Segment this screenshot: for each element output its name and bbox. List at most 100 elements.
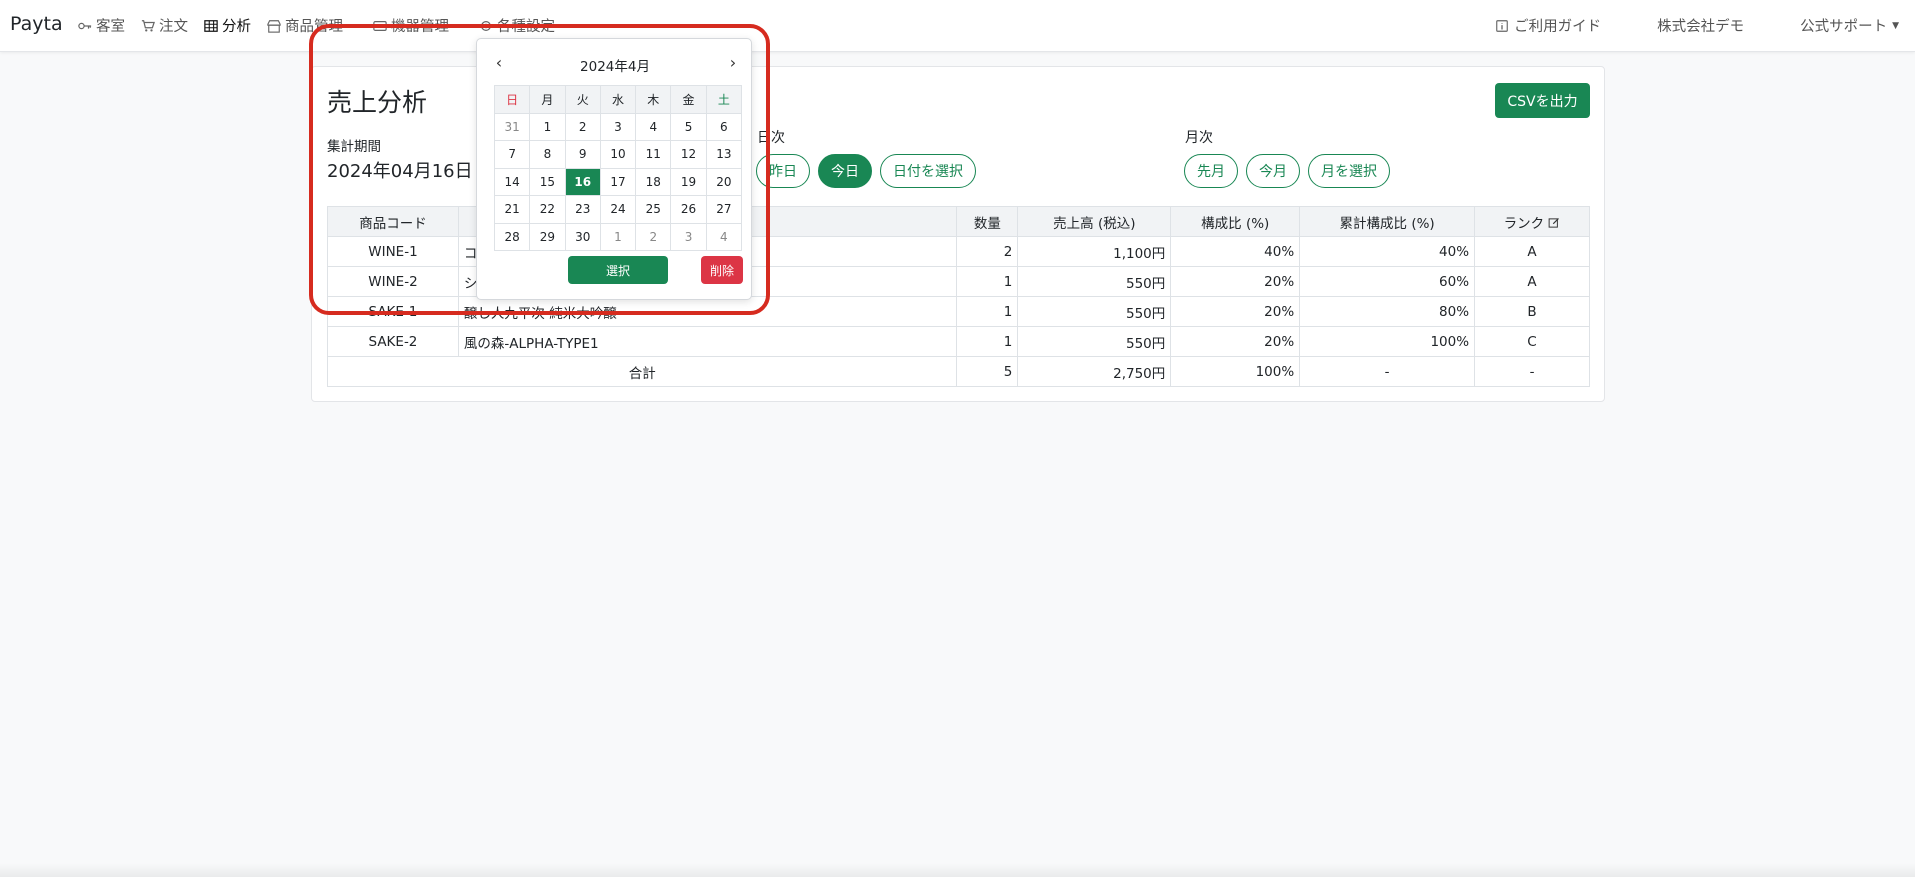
month-title: 2024年4月 [580, 59, 650, 75]
brand-logo[interactable]: Payta [10, 13, 63, 35]
calendar-day[interactable]: 14 [493, 167, 531, 196]
calendar-day[interactable]: 29 [529, 222, 566, 251]
calendar-day[interactable]: 11 [635, 140, 672, 169]
last-month-button[interactable]: 先月 [1184, 154, 1238, 188]
calendar-day[interactable]: 25 [635, 195, 672, 224]
cell-sales: 550円 [1017, 296, 1172, 327]
calendar-day[interactable]: 21 [493, 195, 531, 224]
calendar-day[interactable]: 24 [599, 195, 637, 224]
total-ratio: 100% [1170, 356, 1301, 387]
cell-qty: 1 [956, 266, 1019, 297]
calendar-day[interactable]: 30 [564, 222, 601, 251]
nav-label: 商品管理 [285, 19, 343, 35]
total-label: 合計 [326, 356, 958, 387]
cell-qty: 1 [956, 326, 1019, 357]
calendar-grid: 日 月 火 水 木 金 土 31 1 2 3 4 5 6 7 8 9 10 11 12 13 14 15 16 1… [493, 85, 743, 251]
calendar-day[interactable]: 1 [529, 112, 566, 141]
calendar-day[interactable]: 4 [635, 112, 672, 141]
calendar-days: 31 1 2 3 4 5 6 7 8 9 10 11 12 13 14 15 16 17 18 19 20 21 22 23 2… [493, 112, 743, 251]
cell-code: SAKE-2 [327, 326, 459, 357]
edit-icon[interactable] [1548, 217, 1560, 229]
cell-qty: 1 [956, 296, 1019, 327]
company-label: 株式会社デモ [1657, 19, 1745, 35]
cell-ratio: 20% [1170, 296, 1301, 327]
calendar-day[interactable]: 9 [564, 140, 601, 169]
calendar-day[interactable]: 23 [564, 195, 601, 224]
calendar-day[interactable]: 1 [599, 222, 637, 251]
page-title: 売上分析 [327, 88, 428, 117]
daily-buttons: 昨日 今日 日付を選択 [756, 154, 976, 188]
info-icon [1496, 19, 1508, 32]
calendar-week-row: 14 15 16 17 18 19 20 [493, 167, 743, 196]
calendar-day[interactable]: 7 [493, 140, 531, 169]
nav-item-products[interactable]: 商品管理 [267, 15, 343, 36]
next-month-button[interactable]: › [723, 54, 743, 74]
calendar-day[interactable]: 6 [705, 112, 743, 141]
header-sales: 売上高 (税込) [1017, 206, 1172, 237]
csv-export-button[interactable]: CSVを出力 [1495, 83, 1590, 118]
calendar-day[interactable]: 19 [670, 167, 707, 196]
cell-rank: A [1474, 236, 1590, 267]
pick-date-button[interactable]: 日付を選択 [880, 154, 976, 188]
monthly-buttons: 先月 今月 月を選択 [1184, 154, 1390, 188]
clear-date-button[interactable]: 削除 [701, 256, 743, 284]
calendar-day[interactable]: 28 [493, 222, 531, 251]
nav-label: 各種設定 [497, 19, 555, 35]
cell-name: 醸し人九平次 純米大吟醸 [457, 296, 958, 327]
cell-sales: 550円 [1017, 266, 1172, 297]
nav-item-analytics[interactable]: 分析 [204, 15, 251, 36]
calendar-week-row: 21 22 23 24 25 26 27 [493, 195, 743, 224]
calendar-day[interactable]: 2 [564, 112, 601, 141]
cell-rank: B [1474, 296, 1590, 327]
calendar-day[interactable]: 4 [705, 222, 743, 251]
cell-ratio: 40% [1170, 236, 1301, 267]
calendar-day[interactable]: 5 [670, 112, 707, 141]
daily-label: 日次 [757, 130, 785, 146]
calendar-day[interactable]: 8 [529, 140, 566, 169]
calendar-day[interactable]: 17 [599, 167, 637, 196]
period-value: 2024年04月16日 [327, 161, 473, 182]
today-button[interactable]: 今日 [818, 154, 872, 188]
header-rank[interactable]: ランク [1474, 206, 1590, 237]
table-icon [204, 19, 218, 32]
calendar-day[interactable]: 26 [670, 195, 707, 224]
calendar-day[interactable]: 13 [705, 140, 743, 169]
calendar-day[interactable]: 16 [564, 167, 601, 196]
calendar-day[interactable]: 3 [599, 112, 637, 141]
guide-link[interactable]: ご利用ガイド [1495, 15, 1601, 36]
nav-item-orders[interactable]: 注文 [141, 15, 188, 36]
calendar-day[interactable]: 31 [493, 112, 531, 141]
cell-cumulative: 40% [1299, 236, 1476, 267]
calendar-week-row: 28 29 30 1 2 3 4 [493, 222, 743, 251]
this-month-button[interactable]: 今月 [1246, 154, 1300, 188]
calendar-day[interactable]: 20 [705, 167, 743, 196]
calendar-day[interactable]: 18 [635, 167, 672, 196]
nav-label: 客室 [96, 19, 125, 35]
calendar-day[interactable]: 22 [529, 195, 566, 224]
cart-icon [141, 19, 155, 32]
calendar-day[interactable]: 15 [529, 167, 566, 196]
nav-item-rooms[interactable]: 客室 [78, 15, 125, 36]
calendar-day[interactable]: 10 [599, 140, 637, 169]
support-dropdown[interactable]: 公式サポート ▼ [1800, 15, 1899, 36]
company-name[interactable]: 株式会社デモ [1657, 15, 1744, 36]
main-nav: 客室 注文 分析 商品管理 機器管理 各種設定 [78, 15, 555, 36]
bottom-shadow [0, 863, 1915, 877]
cell-sales: 1,100円 [1017, 236, 1172, 267]
shop-icon [267, 19, 281, 33]
calendar-day[interactable]: 2 [635, 222, 672, 251]
key-icon [78, 22, 92, 29]
yesterday-button[interactable]: 昨日 [756, 154, 810, 188]
calendar-day[interactable]: 3 [670, 222, 707, 251]
pick-month-button[interactable]: 月を選択 [1308, 154, 1390, 188]
select-date-button[interactable]: 選択 [568, 256, 668, 284]
guide-label: ご利用ガイド [1514, 19, 1602, 35]
calendar-day[interactable]: 12 [670, 140, 707, 169]
date-picker-popup: ‹ 2024年4月 › 日 月 火 水 木 金 土 31 1 2 3 4 5 6 7 8 9 10 1… [476, 38, 752, 300]
nav-item-settings[interactable]: 各種設定 [479, 15, 555, 36]
calendar-day[interactable]: 27 [705, 195, 743, 224]
cell-ratio: 20% [1170, 326, 1301, 357]
calendar-week-row: 31 1 2 3 4 5 6 [493, 112, 743, 141]
monthly-label: 月次 [1185, 130, 1213, 146]
nav-item-devices[interactable]: 機器管理 [373, 15, 449, 36]
